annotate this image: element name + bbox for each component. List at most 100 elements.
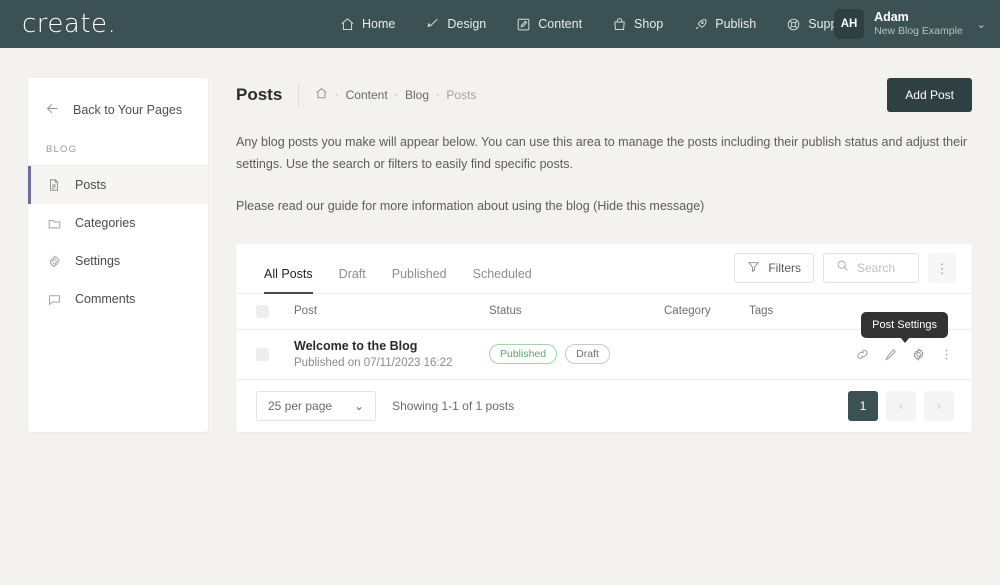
- chevron-down-icon: ⌄: [354, 398, 365, 413]
- filters-button[interactable]: Filters: [734, 253, 814, 284]
- nav-item-design[interactable]: Design: [425, 17, 486, 32]
- description-paragraph-2[interactable]: Please read our guide for more informati…: [236, 196, 972, 218]
- home-icon[interactable]: [315, 87, 328, 103]
- nav-label-design: Design: [447, 17, 487, 31]
- row-checkbox[interactable]: [256, 347, 269, 361]
- table-footer: 25 per page ⌄ Showing 1-1 of 1 posts 1 ‹…: [236, 380, 972, 432]
- per-page-select[interactable]: 25 per page ⌄: [256, 390, 377, 421]
- account-menu[interactable]: AH Adam New Blog Example ⌄: [834, 0, 986, 48]
- brand-name: create: [22, 9, 108, 39]
- gear-icon: [46, 254, 62, 269]
- avatar: AH: [834, 9, 865, 39]
- nav-item-content[interactable]: Content: [516, 17, 582, 32]
- sidebar-item-label-comments: Comments: [75, 292, 136, 306]
- post-cell: Welcome to the Blog Published on 07/11/2…: [294, 339, 489, 369]
- folder-icon: [46, 216, 62, 231]
- top-navbar: create. Home Design Content Shop Publish…: [0, 0, 1000, 48]
- breadcrumb-sep-2: -: [394, 89, 399, 101]
- page-next-button: ›: [924, 390, 954, 421]
- breadcrumb-item-blog[interactable]: Blog: [405, 88, 429, 102]
- sidebar-item-comments[interactable]: Comments: [28, 280, 208, 318]
- posts-card: All Posts Draft Published Scheduled Filt…: [236, 243, 972, 432]
- link-icon[interactable]: [855, 347, 870, 362]
- status-cell: Published Draft: [489, 344, 664, 365]
- sidebar-item-categories[interactable]: Categories: [28, 204, 208, 242]
- comment-icon: [46, 292, 62, 307]
- account-name: Adam: [874, 9, 909, 24]
- sidebar-section-label: BLOG: [28, 138, 208, 166]
- back-to-pages-label: Back to Your Pages: [73, 103, 183, 117]
- page-button-1[interactable]: 1: [848, 390, 878, 421]
- account-text: Adam New Blog Example: [874, 10, 963, 39]
- row-kebab-icon[interactable]: [939, 347, 954, 362]
- breadcrumb-sep-3: -: [436, 89, 440, 101]
- column-header-tags: Tags: [749, 305, 774, 318]
- nav-label-content: Content: [538, 17, 583, 31]
- breadcrumb-item-content[interactable]: Content: [346, 88, 388, 102]
- filters-label: Filters: [768, 261, 801, 276]
- main-nav: Home Design Content Shop Publish Support: [340, 0, 852, 48]
- sidebar-item-posts[interactable]: Posts: [28, 166, 208, 204]
- post-published-date: Published on 07/11/2023 16:22: [294, 357, 453, 370]
- page-header: Posts - Content - Blog - Posts Add Post: [236, 78, 972, 112]
- sidebar-item-label-categories: Categories: [75, 216, 136, 230]
- filter-icon: [747, 260, 760, 276]
- status-badge-published: Published: [489, 344, 558, 365]
- search-input[interactable]: [857, 261, 906, 276]
- edit-square-icon: [516, 17, 531, 32]
- document-icon: [46, 178, 62, 192]
- nav-label-publish: Publish: [715, 17, 757, 31]
- description-paragraph-1: Any blog posts you make will appear belo…: [236, 135, 968, 171]
- brand-dot: .: [107, 9, 117, 39]
- post-settings-gear-icon[interactable]: Post Settings: [861, 311, 948, 362]
- back-to-pages-link[interactable]: Back to Your Pages: [28, 78, 208, 138]
- select-all-checkbox[interactable]: [256, 304, 269, 318]
- nav-label-shop: Shop: [634, 17, 664, 31]
- sidebar: Back to Your Pages BLOG Posts Categories…: [28, 78, 208, 432]
- account-site: New Blog Example: [874, 25, 963, 38]
- add-post-button[interactable]: Add Post: [887, 78, 972, 112]
- brush-icon: [425, 17, 440, 32]
- sidebar-item-label-settings: Settings: [75, 254, 121, 268]
- chevron-down-icon[interactable]: ⌄: [977, 18, 986, 31]
- tab-published[interactable]: Published: [392, 267, 447, 294]
- status-badges: Published Draft: [489, 344, 664, 365]
- nav-item-shop[interactable]: Shop: [612, 17, 663, 32]
- select-all-cell: [256, 304, 294, 318]
- column-header-post: Post: [294, 305, 318, 318]
- main-content: Posts - Content - Blog - Posts Add Post …: [208, 78, 972, 432]
- column-header-category: Category: [664, 305, 711, 318]
- nav-item-publish[interactable]: Publish: [693, 17, 756, 32]
- row-actions: Post Settings: [854, 311, 954, 362]
- nav-item-home[interactable]: Home: [340, 17, 395, 32]
- breadcrumb: - Content - Blog - Posts: [315, 87, 476, 103]
- page-prev-button: ‹: [886, 390, 916, 421]
- card-tools: Filters ⋮: [734, 253, 956, 284]
- table-row: Welcome to the Blog Published on 07/11/2…: [236, 311, 972, 380]
- header-divider: [298, 83, 300, 107]
- tab-draft[interactable]: Draft: [339, 267, 366, 294]
- breadcrumb-sep-1: -: [335, 89, 339, 101]
- row-select-cell: [256, 347, 294, 361]
- sidebar-item-settings[interactable]: Settings: [28, 242, 208, 280]
- tab-scheduled[interactable]: Scheduled: [473, 267, 532, 294]
- sidebar-item-label-posts: Posts: [75, 178, 107, 192]
- pencil-icon[interactable]: [883, 347, 898, 362]
- post-settings-tooltip: Post Settings: [861, 311, 948, 343]
- card-overflow-button[interactable]: ⋮: [928, 253, 956, 284]
- page-description: Any blog posts you make will appear belo…: [236, 132, 972, 218]
- per-page-label: 25 per page: [268, 398, 333, 413]
- lifebuoy-icon: [786, 17, 801, 32]
- search-box[interactable]: [823, 253, 919, 284]
- rocket-icon: [693, 17, 708, 32]
- brand-logo[interactable]: create.: [22, 11, 116, 37]
- column-header-status: Status: [489, 305, 522, 318]
- arrow-left-icon: [44, 100, 61, 120]
- post-title[interactable]: Welcome to the Blog: [294, 339, 489, 353]
- breadcrumb-item-posts: Posts: [446, 88, 477, 102]
- status-badge-draft: Draft: [565, 344, 610, 365]
- tab-all-posts[interactable]: All Posts: [264, 267, 313, 295]
- showing-count: Showing 1-1 of 1 posts: [392, 398, 515, 413]
- bag-icon: [612, 17, 627, 32]
- tab-list: All Posts Draft Published Scheduled: [264, 243, 532, 295]
